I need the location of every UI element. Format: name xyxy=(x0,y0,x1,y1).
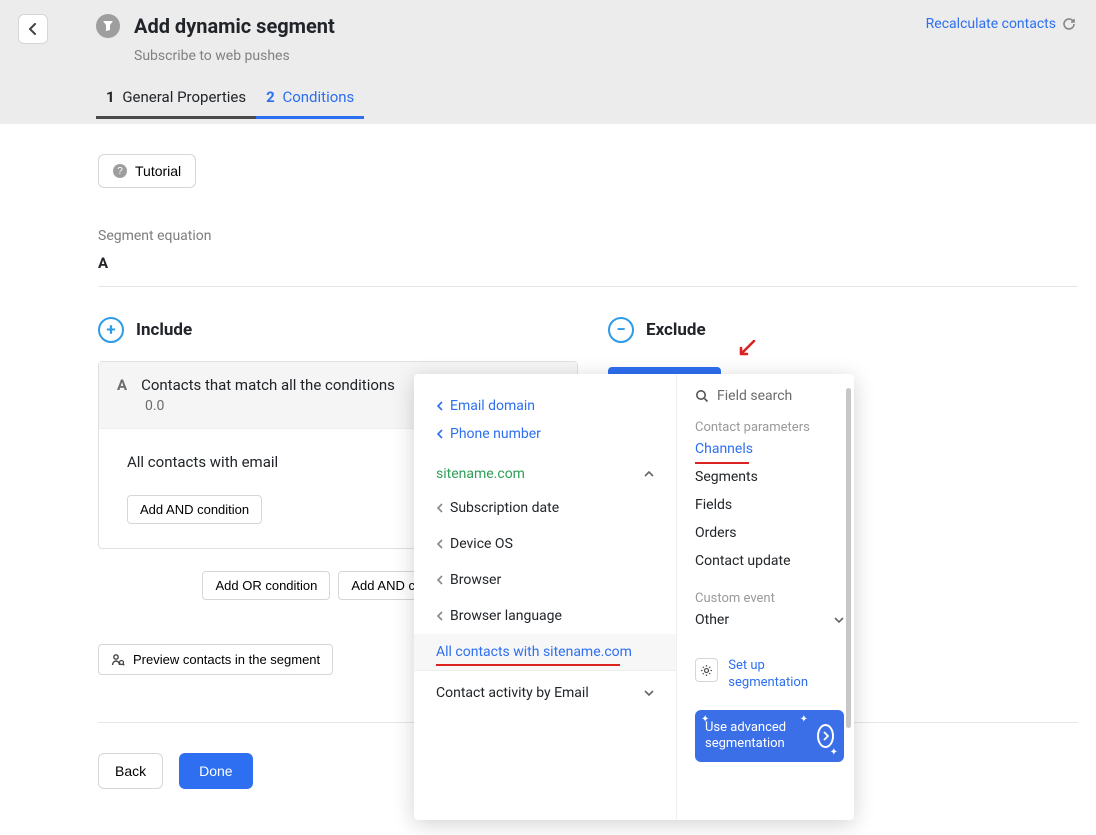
preview-contacts-button[interactable]: Preview contacts in the segment xyxy=(98,644,333,675)
page-subtitle: Subscribe to web pushes xyxy=(134,48,1076,64)
tab-conditions[interactable]: 2 Conditions xyxy=(256,88,364,119)
setup-segmentation-link[interactable]: Set up segmentation xyxy=(728,658,844,692)
popover-link-label: Phone number xyxy=(450,426,541,442)
popover-item-label: All contacts with sitename.com xyxy=(436,644,632,660)
popover-item-subscription-date[interactable]: Subscription date xyxy=(414,490,676,526)
popover-item-label: Browser language xyxy=(450,608,562,624)
back-footer-button[interactable]: Back xyxy=(98,753,163,789)
popover-item-label: Device OS xyxy=(450,536,513,552)
tab-number: 1 xyxy=(106,88,115,106)
add-or-condition-button[interactable]: Add OR condition xyxy=(202,571,330,600)
sparkle-icon: ✦ xyxy=(701,714,709,725)
tab-general-properties[interactable]: 1 General Properties xyxy=(96,88,256,119)
segment-icon xyxy=(96,14,120,38)
custom-event-label: Custom event xyxy=(695,591,844,606)
use-advanced-segmentation-button[interactable]: ✦ ✦ ✦ Use advanced segmentation xyxy=(695,710,844,763)
right-item-contact-update[interactable]: Contact update xyxy=(695,547,844,575)
chevron-left-icon xyxy=(436,575,444,585)
include-title: Include xyxy=(136,320,192,340)
tab-label: General Properties xyxy=(122,88,246,106)
popover-group-sitename[interactable]: sitename.com xyxy=(414,448,676,490)
right-item-segments[interactable]: Segments xyxy=(695,463,844,491)
help-icon: ? xyxy=(113,164,127,178)
tab-number: 2 xyxy=(266,88,275,106)
include-add-button[interactable]: + xyxy=(98,317,124,343)
right-item-fields[interactable]: Fields xyxy=(695,491,844,519)
search-placeholder: Field search xyxy=(717,388,792,404)
popover-back-email-domain[interactable]: Email domain xyxy=(414,392,676,420)
recalculate-label: Recalculate contacts xyxy=(926,16,1056,32)
right-item-channels[interactable]: Channels xyxy=(695,435,844,463)
tab-label: Conditions xyxy=(282,88,354,106)
chevron-up-icon xyxy=(644,470,654,478)
chevron-left-icon xyxy=(436,539,444,549)
tutorial-label: Tutorial xyxy=(135,163,181,179)
include-card-var: A xyxy=(117,376,127,394)
chevron-left-icon xyxy=(436,611,444,621)
popover-item-label: Contact activity by Email xyxy=(436,685,589,701)
recalculate-contacts-link[interactable]: Recalculate contacts xyxy=(926,16,1076,32)
right-item-other[interactable]: Other xyxy=(695,606,844,634)
right-item-label: Other xyxy=(695,612,729,628)
chevron-left-icon xyxy=(436,401,444,411)
chevron-right-circle-icon xyxy=(817,724,834,748)
popover-item-browser[interactable]: Browser xyxy=(414,562,676,598)
refresh-icon xyxy=(1062,17,1076,31)
include-card-title: Contacts that match all the conditions xyxy=(141,376,395,394)
person-search-icon xyxy=(111,653,125,667)
popover-item-label: Browser xyxy=(450,572,501,588)
sparkle-icon: ✦ xyxy=(800,714,808,725)
done-button[interactable]: Done xyxy=(179,753,252,789)
popover-item-all-contacts-sitename[interactable]: All contacts with sitename.com xyxy=(414,634,676,670)
field-search-input[interactable]: Field search xyxy=(695,388,844,404)
popover-item-label: Subscription date xyxy=(450,500,559,516)
search-icon xyxy=(695,389,709,403)
tabs: 1 General Properties 2 Conditions xyxy=(96,88,1076,119)
popover-back-phone-number[interactable]: Phone number xyxy=(414,420,676,448)
preview-label: Preview contacts in the segment xyxy=(133,652,320,667)
page-title: Add dynamic segment xyxy=(134,14,335,38)
chevron-down-icon xyxy=(834,616,844,624)
scrollbar[interactable] xyxy=(846,388,851,820)
segment-equation-label: Segment equation xyxy=(98,228,1078,244)
popover-item-contact-activity-email[interactable]: Contact activity by Email xyxy=(414,670,676,715)
chevron-left-icon xyxy=(436,429,444,439)
popover-item-browser-language[interactable]: Browser language xyxy=(414,598,676,634)
popover-link-label: Email domain xyxy=(450,398,535,414)
condition-popover: Email domain Phone number sitename.com S… xyxy=(414,374,854,820)
tutorial-button[interactable]: ? Tutorial xyxy=(98,154,196,188)
popover-item-device-os[interactable]: Device OS xyxy=(414,526,676,562)
popover-group-label: sitename.com xyxy=(436,466,525,482)
chevron-left-icon xyxy=(436,503,444,513)
add-and-condition-button[interactable]: Add AND condition xyxy=(127,495,262,524)
chevron-left-icon xyxy=(28,23,38,35)
back-button[interactable] xyxy=(18,14,48,44)
exclude-title: Exclude xyxy=(646,320,706,340)
right-item-orders[interactable]: Orders xyxy=(695,519,844,547)
divider xyxy=(98,286,1078,287)
segment-equation-value: A xyxy=(98,254,1078,272)
sparkle-icon: ✦ xyxy=(830,747,838,758)
advanced-segmentation-label: Use advanced segmentation xyxy=(705,720,811,753)
chevron-down-icon xyxy=(644,689,654,697)
annotation-arrow-icon xyxy=(738,340,754,356)
gear-icon xyxy=(695,658,718,682)
contact-parameters-label: Contact parameters xyxy=(695,420,844,435)
exclude-remove-button[interactable]: − xyxy=(608,317,634,343)
